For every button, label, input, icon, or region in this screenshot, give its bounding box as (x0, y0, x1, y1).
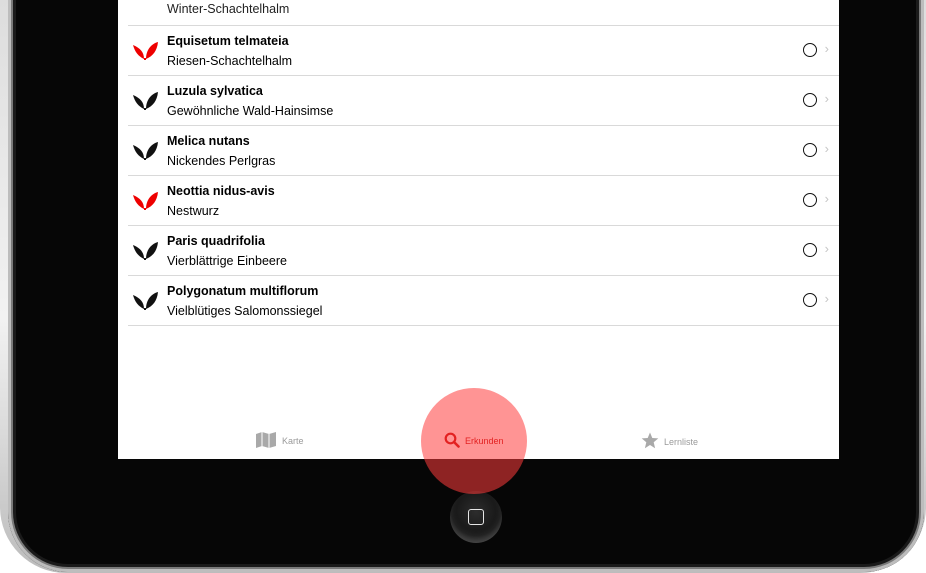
tab-karte[interactable]: Karte (255, 432, 304, 450)
leaf-icon (132, 90, 159, 110)
chevron-right-icon: › (824, 141, 829, 156)
chevron-right-icon: › (824, 41, 829, 56)
plant-row[interactable]: Neottia nidus-avis Nestwurz › (128, 176, 839, 226)
plant-row[interactable]: Polygonatum multiflorum Vielblütiges Salo… (128, 276, 839, 326)
learn-toggle-circle-icon[interactable] (803, 143, 817, 157)
learn-toggle-circle-icon[interactable] (803, 93, 817, 107)
home-button[interactable] (450, 491, 502, 543)
learn-toggle-circle-icon[interactable] (803, 243, 817, 257)
leaf-icon (132, 240, 159, 260)
plant-common-name: Nestwurz (167, 204, 220, 218)
plant-row[interactable]: Luzula sylvatica Gewöhnliche Wald-Hainsim… (128, 76, 839, 126)
plant-scientific-name: Polygonatum multiflorum (167, 284, 319, 298)
tab-karte-label: Karte (282, 436, 304, 446)
plant-common-name: Winter-Schachtelhalm (167, 2, 290, 16)
plant-common-name: Vierblättrige Einbeere (167, 254, 287, 268)
search-icon (444, 432, 460, 450)
plant-common-name: Riesen-Schachtelhalm (167, 54, 293, 68)
learn-toggle-circle-icon[interactable] (803, 293, 817, 307)
plant-scientific-name: Equisetum telmateia (167, 34, 289, 48)
plant-scientific-name: Luzula sylvatica (167, 84, 263, 98)
plant-scientific-name: Melica nutans (167, 134, 250, 148)
plant-row[interactable]: Paris quadrifolia Vierblättrige Einbeere › (128, 226, 839, 276)
plant-row[interactable]: Winter-Schachtelhalm (128, 0, 839, 26)
leaf-icon (132, 40, 159, 60)
plant-row[interactable]: Equisetum telmateia Riesen-Schachtelhalm › (128, 26, 839, 76)
home-square-icon (468, 509, 484, 525)
leaf-icon (132, 290, 159, 310)
plant-row[interactable]: Melica nutans Nickendes Perlgras › (128, 126, 839, 176)
chevron-right-icon: › (824, 291, 829, 306)
tab-lernliste-label: Lernliste (664, 436, 699, 447)
learn-toggle-circle-icon[interactable] (803, 43, 817, 57)
chevron-right-icon: › (824, 91, 829, 106)
tab-lernliste[interactable]: Lernliste (641, 432, 698, 451)
map-icon (255, 432, 277, 450)
tab-erkunden-label: Erkunden (465, 436, 504, 446)
plant-scientific-name: Neottia nidus-avis (167, 184, 275, 198)
plant-list: Winter-Schachtelhalm Equisetum telmateia R… (128, 0, 839, 326)
star-icon (641, 432, 659, 451)
tab-erkunden[interactable]: Erkunden (444, 432, 504, 450)
plant-common-name: Gewöhnliche Wald-Hainsimse (167, 104, 334, 118)
app-screen: Winter-Schachtelhalm Equisetum telmateia R… (118, 0, 839, 459)
learn-toggle-circle-icon[interactable] (803, 193, 817, 207)
chevron-right-icon: › (824, 241, 829, 256)
chevron-right-icon: › (824, 191, 829, 206)
leaf-icon (132, 140, 159, 160)
tab-bar: Karte Erkunden Lernliste (118, 412, 839, 459)
plant-scientific-name: Paris quadrifolia (167, 234, 265, 248)
plant-common-name: Vielblütiges Salomonssiegel (167, 304, 323, 318)
leaf-icon (132, 190, 159, 210)
plant-common-name: Nickendes Perlgras (167, 154, 276, 168)
